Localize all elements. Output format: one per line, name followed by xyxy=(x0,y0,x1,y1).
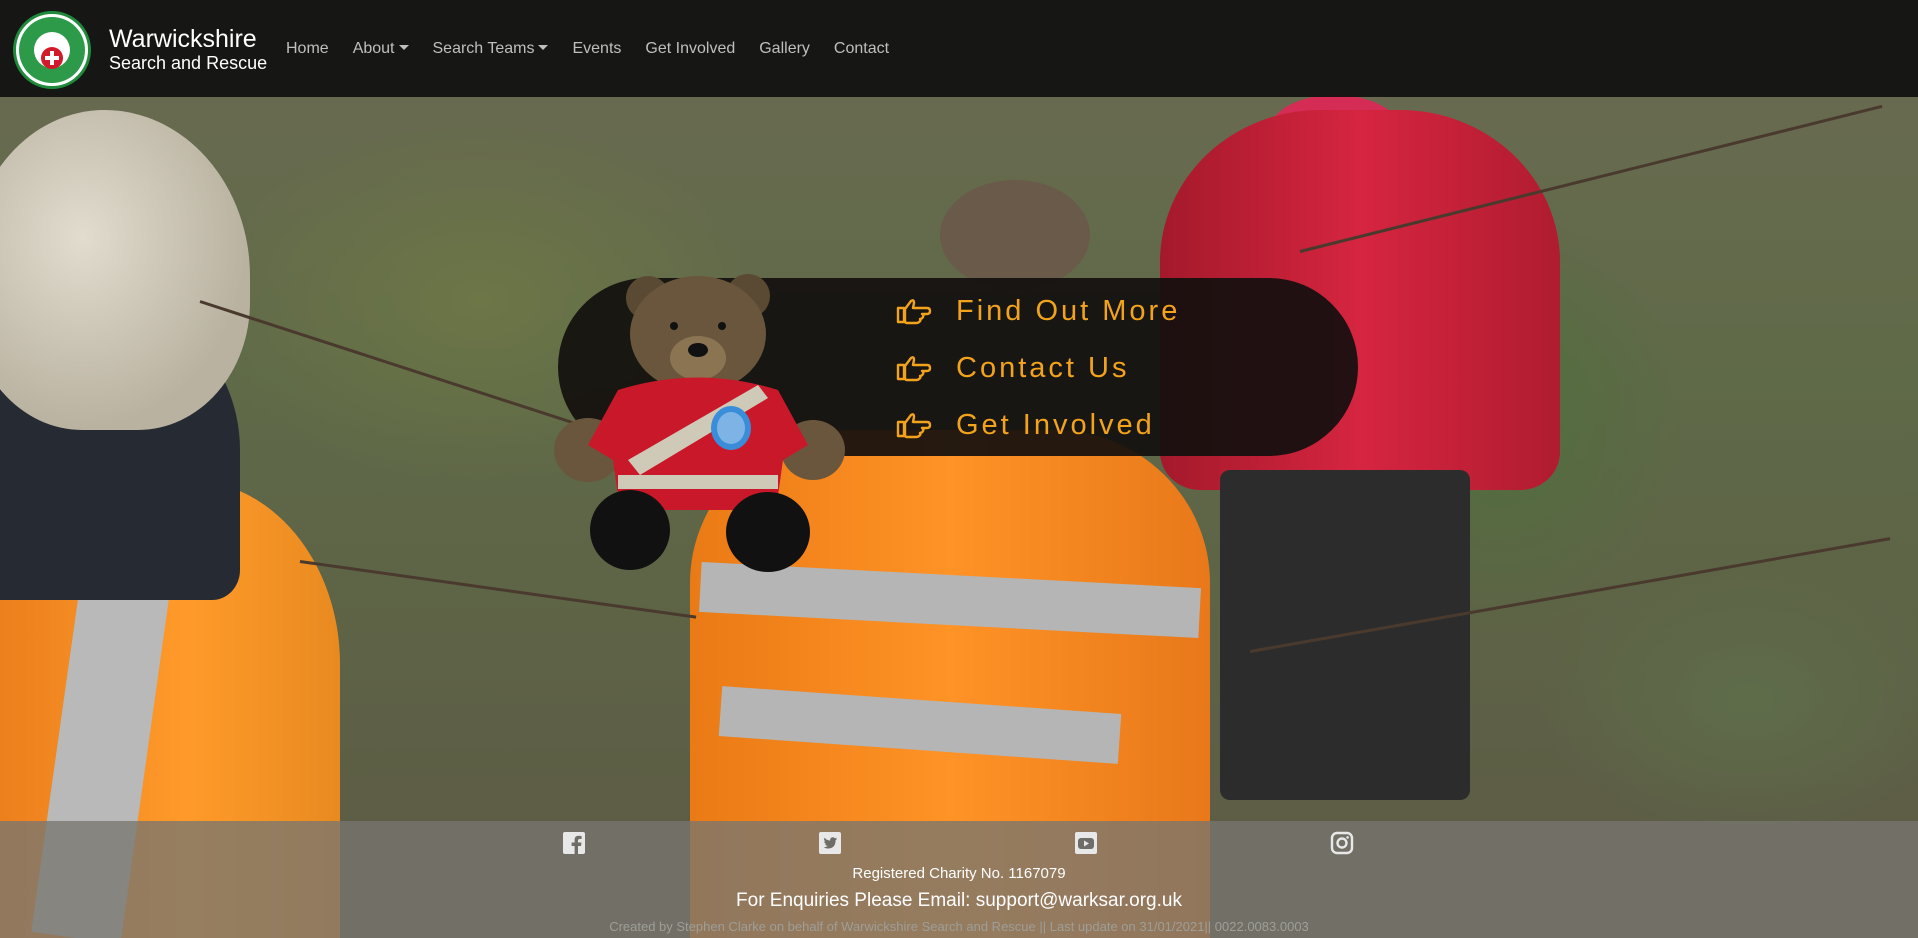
find-out-more-label: Find Out More xyxy=(956,295,1181,327)
instagram-link[interactable] xyxy=(1330,831,1354,855)
nav-item-contact[interactable]: Contact xyxy=(834,38,889,60)
nav-label: Contact xyxy=(833,40,890,57)
teddy-bear-mascot-image xyxy=(554,274,845,572)
nav-label: Home xyxy=(286,40,329,57)
nav-label: Gallery xyxy=(759,40,810,57)
youtube-link[interactable] xyxy=(1074,831,1098,855)
main-nav: Home About Search Teams Events Get Invol… xyxy=(286,38,913,60)
nav-label: Get Involved xyxy=(645,40,736,57)
youtube-icon xyxy=(1075,832,1097,854)
brand-title[interactable]: Warwickshire xyxy=(109,26,257,52)
charity-number: Registered Charity No. 1167079 xyxy=(852,865,1066,882)
nav-label: Search Teams xyxy=(432,40,535,57)
site-credits: Created by Stephen Clarke on behalf of W… xyxy=(609,919,1309,934)
nav-item-home[interactable]: Home xyxy=(286,38,329,60)
caret-down-icon xyxy=(398,45,409,50)
nav-item-gallery[interactable]: Gallery xyxy=(759,38,810,60)
find-out-more-link[interactable]: Find Out More xyxy=(896,283,1180,340)
contact-us-link[interactable]: Contact Us xyxy=(896,340,1180,397)
twitter-icon xyxy=(819,832,841,854)
background-person-hair xyxy=(0,110,250,430)
enquiries-email[interactable]: For Enquiries Please Email: support@wark… xyxy=(0,890,1918,912)
caret-down-icon xyxy=(538,45,549,50)
nav-label: Events xyxy=(572,40,622,57)
site-logo[interactable] xyxy=(13,11,91,89)
twitter-link[interactable] xyxy=(818,831,842,855)
nav-item-about[interactable]: About xyxy=(353,38,409,60)
get-involved-link[interactable]: Get Involved xyxy=(896,397,1180,454)
nav-label: About xyxy=(352,40,395,57)
hand-point-right-icon xyxy=(896,298,932,324)
instagram-icon xyxy=(1330,831,1354,855)
facebook-link[interactable] xyxy=(562,831,586,855)
cta-list: Find Out More Contact Us Get Involved xyxy=(896,283,1180,454)
nav-item-get-involved[interactable]: Get Involved xyxy=(645,38,735,60)
nav-item-search-teams[interactable]: Search Teams xyxy=(433,38,549,60)
contact-us-label: Contact Us xyxy=(956,352,1130,384)
red-cross-icon xyxy=(41,47,63,69)
top-navbar: Warwickshire Search and Rescue Home Abou… xyxy=(0,0,1918,97)
brand-subtitle[interactable]: Search and Rescue xyxy=(109,53,267,73)
nav-item-events[interactable]: Events xyxy=(572,38,621,60)
get-involved-label: Get Involved xyxy=(956,409,1155,441)
hero-background-photo xyxy=(0,0,1918,938)
hand-point-right-icon xyxy=(896,355,932,381)
hand-point-right-icon xyxy=(896,412,932,438)
facebook-icon xyxy=(563,832,585,854)
background-person-head xyxy=(940,180,1090,290)
